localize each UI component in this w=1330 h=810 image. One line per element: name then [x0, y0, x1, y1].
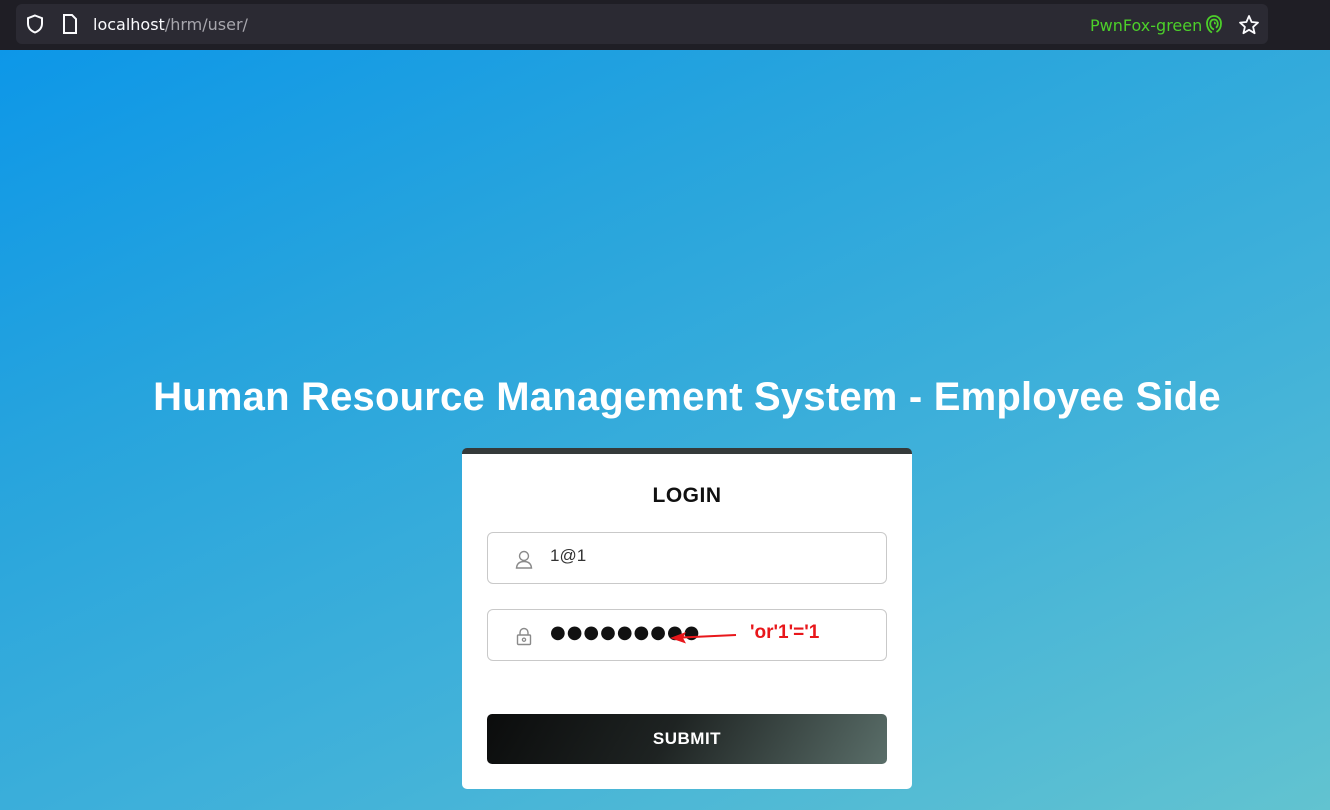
- login-heading: LOGIN: [652, 484, 722, 507]
- url-path: /hrm/user/: [164, 15, 248, 34]
- page-icon: [63, 14, 77, 34]
- fingerprint-icon[interactable]: [1205, 14, 1223, 34]
- container-label[interactable]: PwnFox-green: [1090, 16, 1202, 36]
- url-text[interactable]: localhost/hrm/user/: [93, 15, 248, 35]
- email-field[interactable]: 1@1: [487, 532, 887, 584]
- lock-icon: [516, 627, 532, 646]
- url-host: localhost: [93, 15, 165, 34]
- star-icon[interactable]: [1238, 14, 1260, 36]
- annotation-arrow-icon: [670, 632, 737, 644]
- page-title: Human Resource Management System - Emplo…: [153, 375, 1221, 419]
- user-icon: [515, 550, 533, 569]
- annotation-text: 'or'1'='1: [750, 622, 820, 643]
- login-card: LOGIN 1@1 ●●●●●●●●● 'or'1'='1 SUBMIT: [462, 448, 912, 789]
- password-field[interactable]: ●●●●●●●●● 'or'1'='1: [487, 609, 887, 661]
- submit-button[interactable]: SUBMIT: [487, 714, 887, 764]
- browser-toolbar: localhost/hrm/user/ PwnFox-green: [0, 0, 1330, 50]
- shield-icon[interactable]: [25, 14, 45, 34]
- email-value: 1@1: [550, 546, 587, 565]
- page-background: Human Resource Management System - Emplo…: [0, 50, 1330, 810]
